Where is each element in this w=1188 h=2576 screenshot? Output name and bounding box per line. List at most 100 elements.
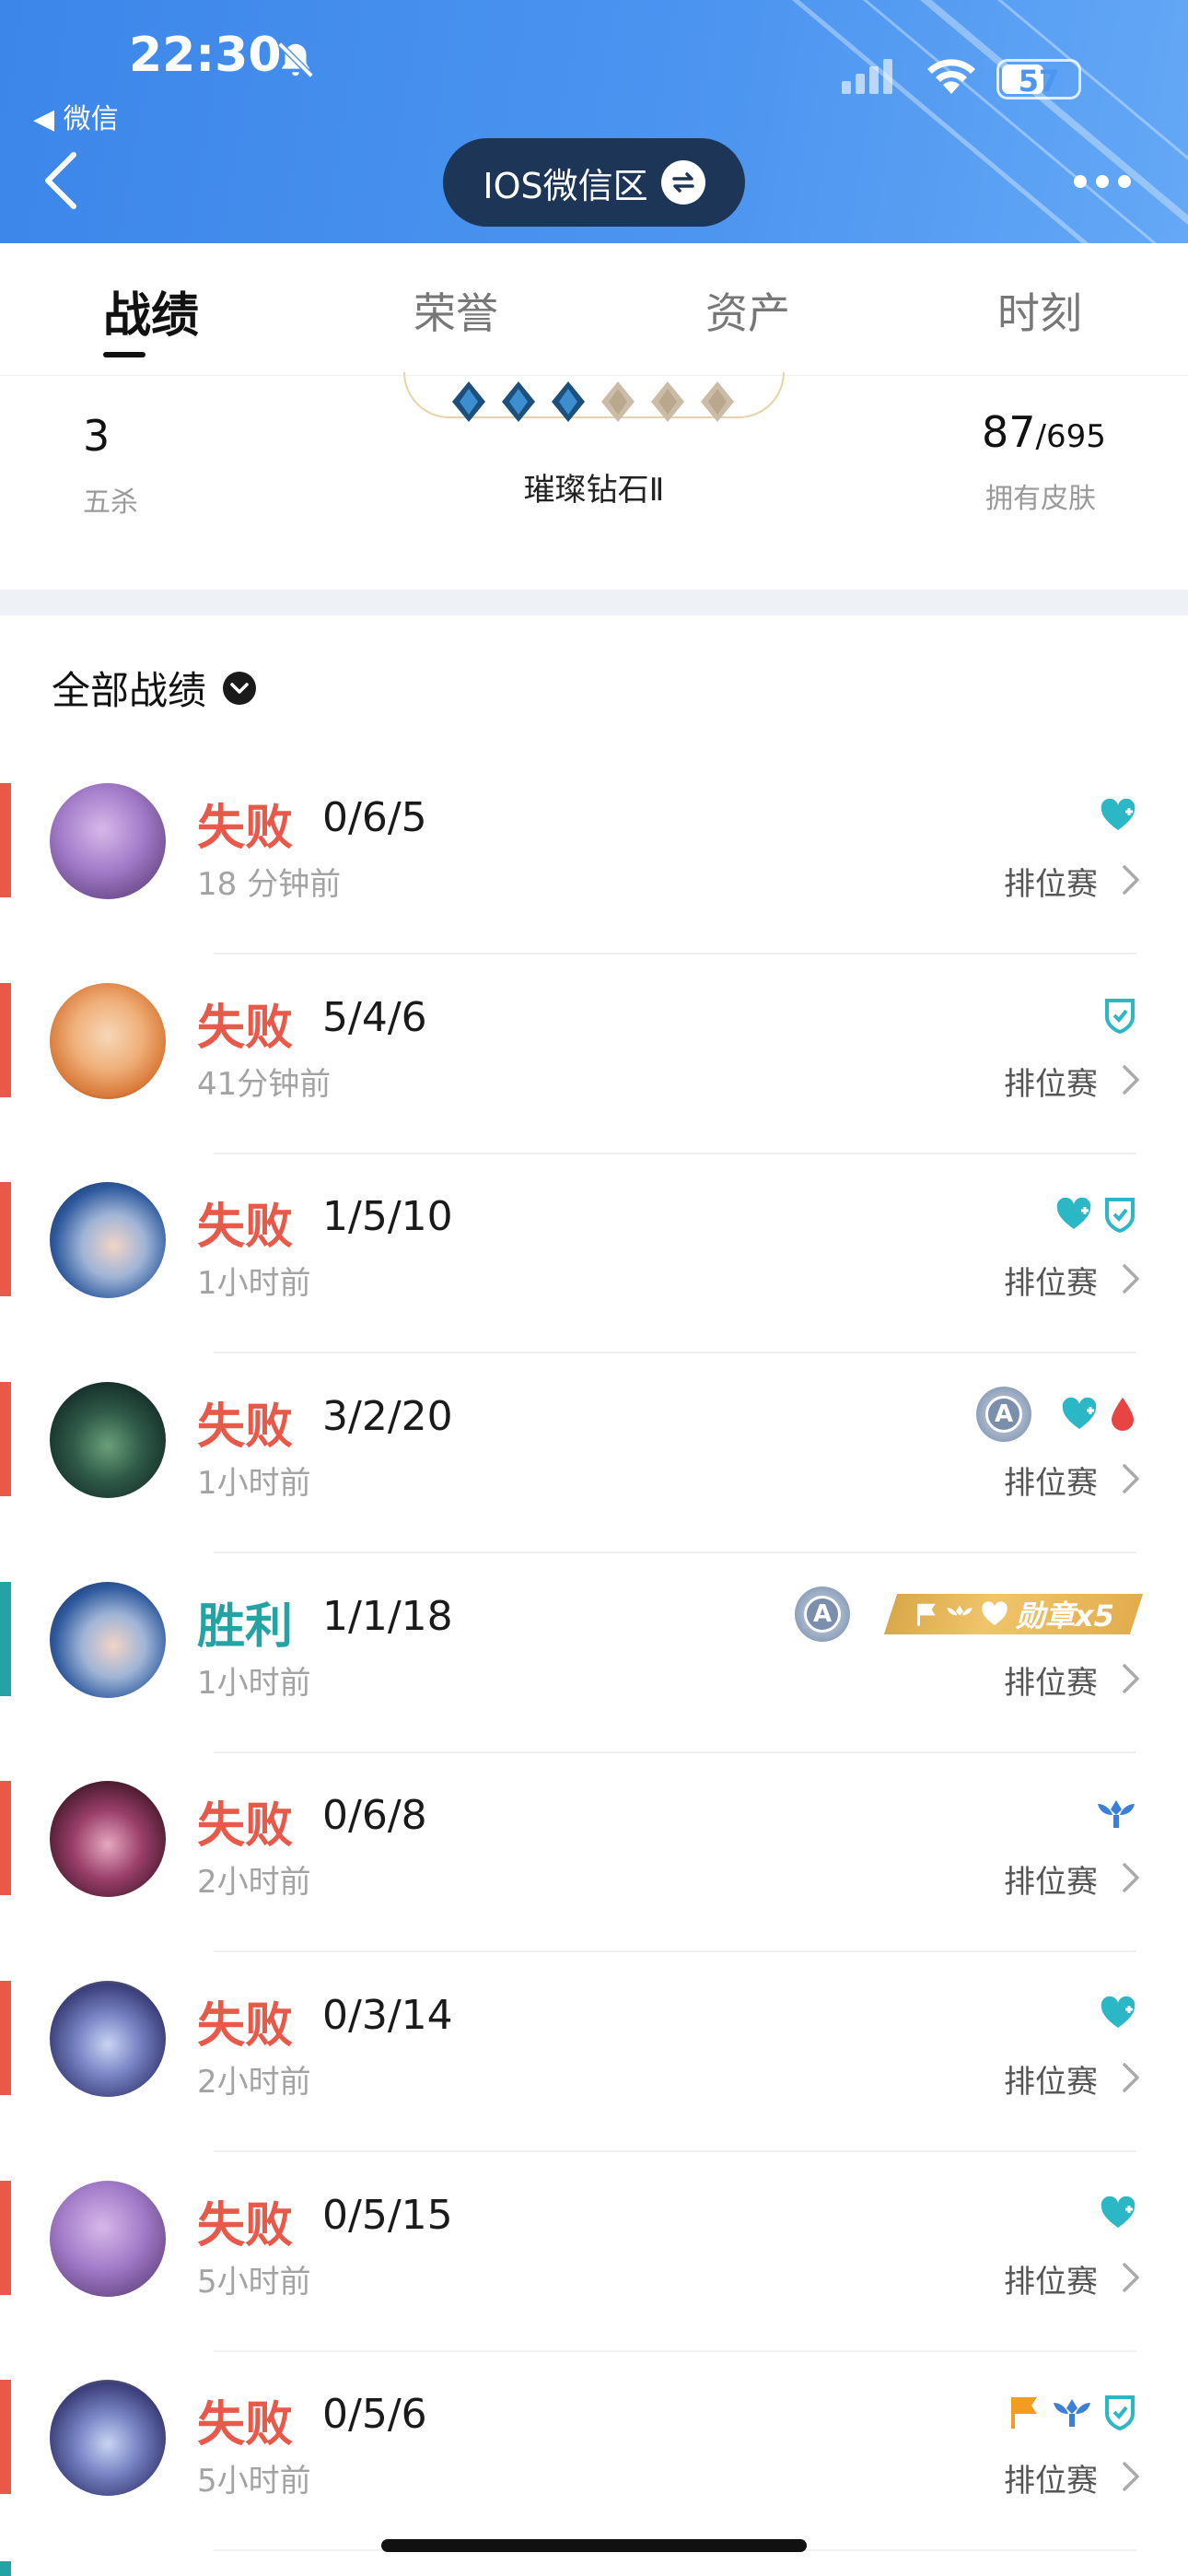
ace-badge-icon: A (795, 1587, 851, 1642)
match-time: 2小时前 (197, 1864, 311, 1901)
rank-star-filled-icon (502, 381, 535, 422)
tab-bar: 战绩 荣誉 资产 时刻 (0, 243, 1188, 376)
cellular-signal-icon (842, 59, 892, 94)
hero-avatar (50, 2380, 166, 2496)
home-indicator[interactable] (381, 2539, 807, 2552)
hero-avatar (50, 1981, 166, 2097)
match-result: 失败 (197, 1001, 294, 1056)
result-bar (0, 2561, 11, 2576)
row-divider (214, 1352, 1136, 1353)
pentakill-label: 五杀 (83, 486, 138, 519)
heal-heart-icon (1061, 1398, 1098, 1431)
chevron-right-icon (1122, 1663, 1140, 1694)
match-result: 失败 (197, 1200, 294, 1255)
match-row[interactable]: 失败 0/5/15 5小时前 排位赛 (0, 2153, 1188, 2352)
match-result: 胜利 (197, 1599, 294, 1655)
rank-stars (448, 380, 738, 424)
match-result: 失败 (197, 2198, 294, 2254)
blood-drop-icon (1109, 1396, 1136, 1433)
match-mode: 排位赛 (1004, 1465, 1098, 1502)
tab-honor[interactable]: 荣誉 (413, 280, 498, 341)
match-mode: 排位赛 (1004, 2064, 1098, 2101)
chevron-down-icon (223, 671, 257, 705)
match-row[interactable]: 失败 3/2/20 1小时前 A 排位赛 (0, 1354, 1188, 1553)
more-menu-icon[interactable] (1074, 175, 1133, 192)
match-row[interactable]: 失败 5/4/6 41分钟前 排位赛 (0, 955, 1188, 1154)
wings-icon (947, 1605, 973, 1616)
tab-assets[interactable]: 资产 (705, 280, 790, 341)
match-filter-dropdown[interactable]: 全部战绩 (52, 660, 257, 716)
chevron-right-icon (1122, 1263, 1140, 1294)
match-mode: 排位赛 (1004, 1665, 1098, 1702)
server-switch-button[interactable]: IOS微信区 (443, 138, 745, 227)
match-row[interactable]: 失败 0/5/6 5小时前 排位赛 (0, 2352, 1188, 2551)
header: 22:30 ◀ 微信 57 IOS微信区 (0, 0, 1188, 243)
skins-count: 87/695 (982, 407, 1106, 457)
match-row[interactable]: 失败 0/6/8 2小时前 排位赛 (0, 1753, 1188, 1952)
match-time: 2小时前 (197, 2064, 311, 2101)
chevron-right-icon (1122, 1463, 1140, 1494)
rank-star-filled-icon (452, 381, 485, 422)
result-bar (0, 1582, 11, 1696)
medal-count: 勋章x5 (1016, 1598, 1114, 1633)
row-divider (214, 2150, 1136, 2152)
back-to-wechat[interactable]: ◀ 微信 (33, 96, 119, 136)
match-time: 1小时前 (197, 1465, 311, 1502)
match-kda: 3/2/20 (322, 1393, 453, 1440)
match-time: 41分钟前 (197, 1066, 332, 1103)
rank-name: 璀璨钻石Ⅱ (523, 472, 665, 509)
medal-banner: 勋章x5 (883, 1594, 1144, 1634)
match-mode: 排位赛 (1004, 2463, 1098, 2500)
result-bar (0, 2181, 11, 2295)
wings-icon (1096, 1795, 1136, 1832)
match-badges (1007, 2389, 1136, 2435)
tab-moments[interactable]: 时刻 (997, 280, 1082, 341)
pentakill-count: 3 (83, 411, 111, 461)
match-badges (1103, 992, 1136, 1038)
match-kda: 0/6/5 (322, 794, 427, 841)
mute-bell-icon (277, 41, 314, 78)
chevron-right-icon (1122, 2461, 1140, 2492)
skins-total: /695 (1035, 418, 1106, 455)
heal-heart-icon (1100, 2196, 1136, 2230)
skins-owned: 87 (982, 407, 1036, 457)
match-mode: 排位赛 (1004, 1066, 1098, 1103)
match-row[interactable]: 失败 0/3/14 2小时前 排位赛 (0, 1953, 1188, 2152)
chevron-right-icon (1122, 1862, 1140, 1893)
result-bar (0, 1781, 11, 1895)
match-badges (1096, 1790, 1136, 1836)
match-kda: 1/1/18 (322, 1593, 453, 1640)
battery-level: 57 (1018, 64, 1060, 99)
result-bar (0, 783, 11, 897)
row-divider (214, 1950, 1136, 1952)
match-mode: 排位赛 (1004, 2264, 1098, 2301)
back-arrow-icon[interactable] (42, 151, 79, 210)
rank-star-empty-icon (701, 381, 734, 422)
next-match-row-partial (0, 2552, 1188, 2576)
skins-label: 拥有皮肤 (985, 483, 1096, 515)
match-kda: 0/6/8 (322, 1792, 427, 1839)
chevron-right-icon (1122, 1064, 1140, 1095)
match-kda: 0/3/14 (322, 1992, 453, 2039)
tab-record[interactable]: 战绩 (103, 276, 199, 345)
match-mode: 排位赛 (1004, 1864, 1098, 1901)
flag-icon (1007, 2394, 1041, 2430)
result-bar (0, 2380, 11, 2494)
hero-avatar (50, 2181, 166, 2297)
hero-avatar (50, 1382, 166, 1498)
match-time: 5小时前 (197, 2463, 311, 2500)
match-row[interactable]: 胜利 1/1/18 1小时前 A 勋章x5 排位赛 (0, 1554, 1188, 1753)
swap-icon (660, 160, 705, 205)
match-time: 1小时前 (197, 1665, 311, 1702)
hero-avatar (50, 1781, 166, 1897)
match-time: 1小时前 (197, 1265, 311, 1302)
match-result: 失败 (197, 1998, 294, 2054)
match-badges (1100, 2190, 1136, 2236)
hero-avatar (50, 1182, 166, 1298)
header-decor (799, 0, 1169, 243)
filter-label: 全部战绩 (52, 668, 207, 713)
shield-icon (1103, 2394, 1136, 2430)
match-mode: 排位赛 (1004, 1265, 1098, 1302)
match-row[interactable]: 失败 1/5/10 1小时前 排位赛 (0, 1154, 1188, 1353)
match-row[interactable]: 失败 0/6/5 18 分钟前 排位赛 (0, 755, 1188, 954)
